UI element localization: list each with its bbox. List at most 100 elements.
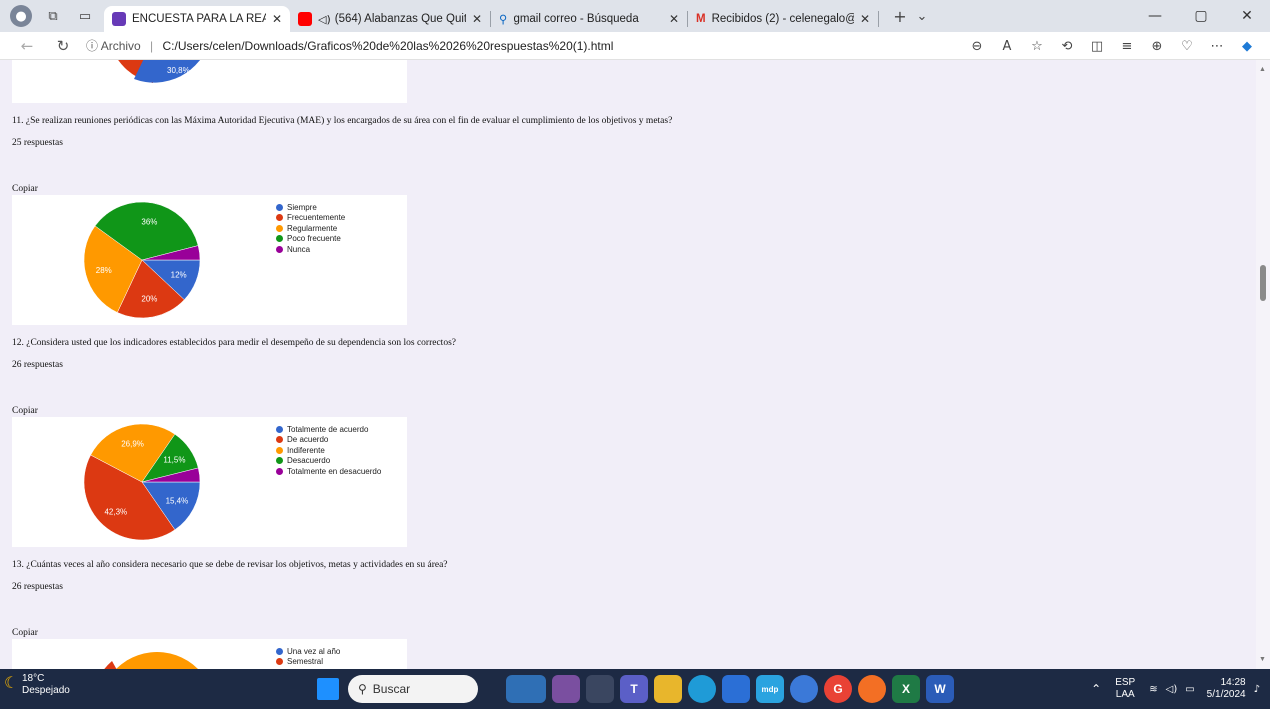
close-icon[interactable]: ✕ [854,12,870,26]
task-view-icon[interactable] [586,675,614,703]
youtube-icon [298,12,312,26]
legend-item: Totalmente de acuerdo [276,424,381,435]
legend-item: Una vez al año [276,646,340,657]
collections-icon[interactable]: ⊕ [1142,39,1172,54]
copilot-icon[interactable]: ◆ [1232,39,1262,54]
info-icon[interactable]: ⓘ [86,39,98,53]
taskbar-search[interactable]: ⚲ Buscar [348,675,478,703]
legend-dot [276,224,283,232]
word-icon[interactable]: W [926,675,954,703]
legend-item: Poco frecuente [276,234,345,245]
zoom-icon[interactable]: ⊖ [962,39,992,54]
wifi-icon[interactable]: ≋ [1149,684,1157,695]
taskbar: ☾ 18°C Despejado ⚲ Buscar T mdp G X W ⌃ … [0,669,1270,709]
chrome-icon[interactable]: G [824,675,852,703]
teams-icon[interactable]: T [620,675,648,703]
legend-dot [276,436,283,444]
tab-youtube[interactable]: ◁) (564) Alabanzas Que Quitan ✕ [290,6,490,32]
notification-bell-icon[interactable]: ♪ [1254,684,1260,695]
question-11-responses: 25 respuestas [12,138,63,148]
firefox-icon[interactable] [858,675,886,703]
favorite-star-icon[interactable]: ☆ [1022,39,1052,54]
game-icon[interactable] [552,675,580,703]
legend-label: Frecuentemente [287,213,346,223]
moon-icon: ☾ [4,673,19,692]
reload-icon[interactable]: ↻ [50,37,76,55]
tab-bar: ● ⧉ ▭ ENCUESTA PARA LA REACTIVACIÓ ✕ ◁) … [0,0,1270,32]
pie-label: 42,3% [104,508,127,517]
pie-label: 12% [171,271,187,280]
windows-start-icon[interactable] [317,678,339,700]
legend-label: Siempre [287,202,317,212]
extensions-icon[interactable]: ⟲ [1052,39,1082,54]
battery-icon[interactable]: ▭ [1185,684,1194,695]
more-options-icon[interactable]: ⋯ [1202,39,1232,54]
legend-item: Totalmente en desacuerdo [276,466,381,477]
legend-label: Totalmente de acuerdo [287,424,369,434]
new-tab-icon[interactable]: + [889,5,911,27]
copy-button[interactable]: Copiar [12,406,38,416]
split-screen-icon[interactable]: ◫ [1082,39,1112,54]
minimize-icon[interactable]: — [1132,0,1178,32]
legend-label: Poco frecuente [287,234,341,244]
pie-label: 11,5% [163,456,185,465]
close-icon[interactable]: ✕ [266,12,282,26]
speaker-icon[interactable]: ◁) [318,13,331,26]
pie-label: 28% [96,266,112,275]
url-text: C:/Users/celen/Downloads/Graficos%20de%2… [162,39,614,53]
app-icon[interactable] [790,675,818,703]
taskbar-apps: ⚲ Buscar T mdp G X W [314,675,957,703]
search-icon: ⚲ [358,682,367,696]
tab-actions-icon[interactable]: ▭ [74,5,96,27]
legend-item: Siempre [276,202,345,213]
favorites-icon[interactable]: ≡ [1112,39,1142,54]
pie-label: 26,9% [121,440,144,449]
tab-title: gmail correo - Búsqueda [513,13,639,25]
restore-icon[interactable]: ▢ [1178,0,1224,32]
tab-gmail-inbox[interactable]: M Recibidos (2) - celenegalo@gma ✕ [688,6,878,32]
chevron-up-icon[interactable]: ⌃ [1091,682,1101,696]
excel-icon[interactable]: X [892,675,920,703]
volume-icon[interactable]: ◁) [1166,684,1178,695]
chart-q13: Una vez al año Semestral [12,639,407,669]
legend-label: Semestral [287,657,324,667]
vertical-scrollbar[interactable]: ▲ ▼ [1256,60,1270,669]
legend-dot [276,647,283,655]
store-icon[interactable] [722,675,750,703]
browser-essentials-icon[interactable]: ♡ [1172,39,1202,54]
legend-q13: Una vez al año Semestral [276,646,340,667]
profile-icon[interactable]: ● [10,5,32,27]
copy-button[interactable]: Copiar [12,628,38,638]
question-12-text: 12. ¿Considera usted que los indicadores… [12,338,456,348]
close-window-icon[interactable]: ✕ [1224,0,1270,32]
address-bar: ← ↻ ⓘ Archivo | C:/Users/celen/Downloads… [0,32,1270,60]
tab-gmail-search[interactable]: ⚲ gmail correo - Búsqueda ✕ [491,6,687,32]
legend-label: Una vez al año [287,646,341,656]
scrollbar-thumb[interactable] [1260,265,1266,301]
close-icon[interactable]: ✕ [466,12,482,26]
pie-chart-q11: 12% 20% 28% 36% [83,201,201,319]
read-aloud-icon[interactable]: A [992,39,1022,54]
url-field[interactable]: ⓘ Archivo | C:/Users/celen/Downloads/Gra… [86,37,613,54]
close-icon[interactable]: ✕ [663,12,679,26]
search-icon: ⚲ [499,12,508,26]
mdp-icon[interactable]: mdp [756,675,784,703]
legend-item: Indiferente [276,445,381,456]
back-icon[interactable]: ← [14,37,40,55]
question-12-responses: 26 respuestas [12,360,63,370]
workspaces-icon[interactable]: ⧉ [42,5,64,27]
forms-icon [112,12,126,26]
copy-button[interactable]: Copiar [12,184,38,194]
legend-item: Nunca [276,244,345,255]
weather-widget[interactable]: ☾ 18°C Despejado [4,673,70,697]
scroll-down-icon[interactable]: ▼ [1259,656,1266,663]
file-explorer-icon[interactable] [654,675,682,703]
language-indicator[interactable]: ESP LAA [1115,677,1135,701]
chevron-down-icon[interactable]: ⌄ [911,5,933,27]
legend-dot [276,235,283,243]
widgets-icon[interactable] [506,675,546,703]
edge-icon[interactable] [688,675,716,703]
tab-encuesta[interactable]: ENCUESTA PARA LA REACTIVACIÓ ✕ [104,6,290,32]
scroll-up-icon[interactable]: ▲ [1259,66,1266,73]
clock[interactable]: 14:28 5/1/2024 [1207,677,1246,701]
